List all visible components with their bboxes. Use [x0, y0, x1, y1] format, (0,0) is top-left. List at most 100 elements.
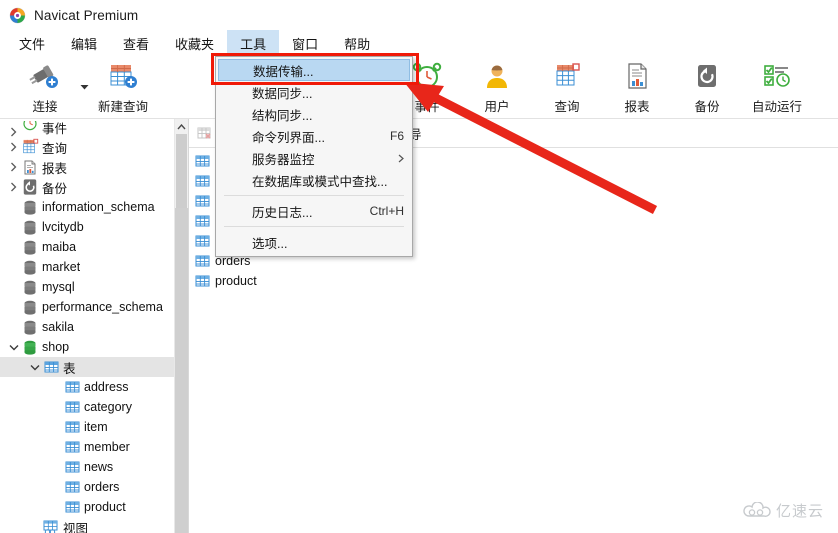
menu-item-历史日志[interactable]: 历史日志... Ctrl+H: [216, 200, 412, 222]
toolbar-button-报表[interactable]: 报表: [602, 57, 672, 115]
menu-item-在数据库或模式中查找[interactable]: 在数据库或模式中查找...: [216, 169, 412, 191]
title-bar: Navicat Premium: [0, 0, 838, 30]
menu-item-数据传输[interactable]: 数据传输...: [218, 59, 410, 81]
tree-node-item[interactable]: item: [0, 417, 174, 437]
toolbar-button-备份[interactable]: 备份: [672, 57, 742, 115]
database-open-icon: [21, 340, 39, 355]
tree-expander[interactable]: [6, 127, 21, 137]
tree-node-label: news: [84, 460, 114, 474]
database-icon: [21, 300, 39, 315]
table-icon: [193, 254, 211, 268]
connection-plug-icon: [28, 61, 62, 91]
menu-edit[interactable]: 编辑: [58, 30, 110, 57]
menu-item-label: 选项...: [252, 236, 288, 251]
scrollbar-lower-track[interactable]: [175, 208, 188, 533]
chevron-right-icon: [11, 162, 17, 172]
tree-node-label: market: [42, 260, 81, 274]
tree-node-label: sakila: [42, 320, 74, 334]
toolbar-right-group: 事件 用户 查询 报表 备份 自动运行: [392, 57, 812, 115]
tree-node-label: lvcitydb: [42, 220, 84, 234]
tree-expander[interactable]: [27, 364, 42, 371]
tree-node-label: 事件: [42, 122, 68, 136]
database-icon: [21, 280, 39, 295]
table-icon: [63, 420, 81, 434]
database-icon: [21, 320, 39, 335]
menu-file[interactable]: 文件: [6, 30, 58, 57]
menu-item-shortcut: Ctrl+H: [369, 204, 404, 218]
chevron-right-icon: [11, 127, 17, 137]
watermark-text: 亿速云: [775, 503, 824, 520]
tree-node-表[interactable]: 表: [0, 357, 174, 377]
tree-node-member[interactable]: member: [0, 437, 174, 457]
menu-item-数据同步[interactable]: 数据同步...: [216, 81, 412, 103]
menu-item-结构同步[interactable]: 结构同步...: [216, 103, 412, 125]
table-icon: [63, 480, 81, 494]
object-row-label: product: [215, 274, 257, 288]
toolbar-button-新建查询[interactable]: 新建查询: [92, 57, 154, 115]
tree-node-maiba[interactable]: maiba: [0, 237, 174, 257]
menu-favorites[interactable]: 收藏夹: [162, 30, 227, 57]
tree-node-shop[interactable]: shop: [0, 337, 174, 357]
tree-expander[interactable]: [6, 182, 21, 192]
toolbar-button-label: 新建查询: [97, 100, 148, 114]
menu-help[interactable]: 帮助: [331, 30, 383, 57]
watermark: 亿速云: [743, 500, 824, 521]
content-area: 事件 查询 报表 备份 information_schema lvcitydb …: [0, 119, 838, 533]
tables-folder-icon: [42, 360, 60, 374]
table-icon: [63, 460, 81, 474]
tree-node-备份[interactable]: 备份: [0, 177, 174, 197]
backup-disk-icon: [21, 173, 39, 201]
object-row[interactable]: product: [189, 271, 838, 291]
toolbar-button-连接[interactable]: 连接: [14, 57, 76, 115]
menu-item-label: 在数据库或模式中查找...: [252, 174, 388, 189]
menu-item-选项[interactable]: 选项...: [216, 231, 412, 253]
table-icon: [193, 274, 211, 288]
menu-item-命令列界面[interactable]: 命令列界面... F6: [216, 125, 412, 147]
tree-node-news[interactable]: news: [0, 457, 174, 477]
menu-item-label: 数据同步...: [252, 86, 313, 101]
tree-node-market[interactable]: market: [0, 257, 174, 277]
menu-bar: 文件 编辑 查看 收藏夹 工具 窗口 帮助: [0, 30, 838, 57]
chevron-down-icon: [9, 344, 18, 350]
tree-node-label: product: [84, 500, 126, 514]
scrollbar-thumb[interactable]: [176, 134, 187, 208]
tree-node-category[interactable]: category: [0, 397, 174, 417]
toolbar-button-用户[interactable]: 用户: [462, 57, 532, 115]
tree-node-label: maiba: [42, 240, 77, 254]
tree-node-orders[interactable]: orders: [0, 477, 174, 497]
table-icon: [193, 234, 211, 248]
tree-node-label: 查询: [42, 141, 68, 156]
menu-window[interactable]: 窗口: [279, 30, 331, 57]
menu-view[interactable]: 查看: [110, 30, 162, 57]
tree-node-查询[interactable]: 查询: [0, 137, 174, 157]
tree-node-mysql[interactable]: mysql: [0, 277, 174, 297]
tree-node-label: category: [84, 400, 132, 414]
menu-item-label: 服务器监控: [252, 152, 315, 167]
toolbar-button-label: 连接: [32, 100, 58, 114]
navigation-sidebar: 事件 查询 报表 备份 information_schema lvcitydb …: [0, 119, 189, 533]
tree-node-product[interactable]: product: [0, 497, 174, 517]
delete-table-icon: [197, 126, 212, 140]
tree-expander[interactable]: [6, 162, 21, 172]
tree-expander[interactable]: [6, 142, 21, 152]
tree-node-label: shop: [42, 340, 70, 354]
tree-node-label: address: [84, 380, 129, 394]
tree-node-视图[interactable]: 视图: [0, 517, 174, 533]
toolbar-button-自动运行[interactable]: 自动运行: [742, 57, 812, 115]
menu-tools[interactable]: 工具: [227, 30, 280, 57]
menu-item-服务器监控[interactable]: 服务器监控: [216, 147, 412, 169]
main-toolbar: 连接 新建查询 事件 用户 查询 报表 备份 自动运行: [0, 57, 838, 119]
toolbar-button-查询[interactable]: 查询: [532, 57, 602, 115]
table-icon: [63, 500, 81, 514]
toolbar-dropdown-caret[interactable]: [76, 57, 92, 115]
sidebar-scrollbar[interactable]: [174, 119, 188, 533]
scrollbar-up-button[interactable]: [175, 119, 188, 134]
event-clock-icon: [412, 61, 442, 91]
tree-node-performance_schema[interactable]: performance_schema: [0, 297, 174, 317]
tree-node-address[interactable]: address: [0, 377, 174, 397]
tree-expander[interactable]: [6, 344, 21, 351]
tree-node-label: 表: [63, 361, 76, 376]
tree-node-sakila[interactable]: sakila: [0, 317, 174, 337]
tree-node-lvcitydb[interactable]: lvcitydb: [0, 217, 174, 237]
tree-node-information_schema[interactable]: information_schema: [0, 197, 174, 217]
